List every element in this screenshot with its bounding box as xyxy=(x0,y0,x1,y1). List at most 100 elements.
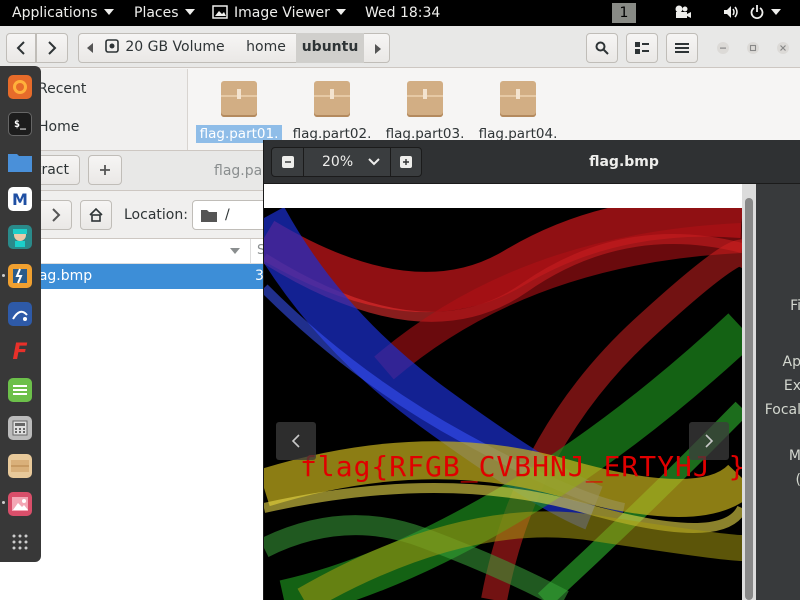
path-volume-label: 20 GB Volume xyxy=(125,39,225,55)
file-item[interactable]: flag.part02. xyxy=(287,81,377,143)
archive-toolbar: Location: / xyxy=(0,191,282,239)
archive-home-button[interactable] xyxy=(80,200,112,230)
running-indicator xyxy=(2,274,5,277)
location-value: / xyxy=(225,207,230,223)
abstract-ribbons-art xyxy=(264,208,742,600)
image-viewer-icon xyxy=(212,5,228,19)
power-menu[interactable] xyxy=(749,0,781,26)
zoom-level: 20% xyxy=(322,154,354,170)
dock: $_ M F xyxy=(0,66,41,562)
chevron-left-icon xyxy=(16,41,25,55)
search-icon xyxy=(595,41,609,55)
video-camera-icon[interactable] xyxy=(672,0,692,26)
power-icon xyxy=(750,5,764,19)
sidebar-item-recent[interactable]: Recent xyxy=(38,81,86,97)
hamburger-icon xyxy=(675,43,689,53)
folder-icon xyxy=(201,209,217,222)
running-indicator xyxy=(2,501,5,504)
malwarebytes-icon[interactable]: M xyxy=(8,187,32,211)
workspace-indicator[interactable]: 1 xyxy=(612,3,636,23)
places-menu[interactable]: Places xyxy=(134,0,195,26)
minimize-icon[interactable] xyxy=(717,42,729,54)
chevron-right-icon xyxy=(705,434,714,448)
prop-label-focal: Focal xyxy=(764,402,800,418)
wireshark-icon[interactable] xyxy=(8,302,32,326)
package-icon xyxy=(221,81,257,117)
close-icon[interactable] xyxy=(777,42,789,54)
character-app-icon[interactable] xyxy=(8,225,32,249)
applications-menu[interactable]: Applications xyxy=(12,0,114,26)
flag-text: flag{RFGB_CVBHNJ_ERTYHJ } xyxy=(300,450,742,483)
zoom-level-dropdown[interactable]: 20% xyxy=(304,148,390,176)
table-row[interactable]: flag.bmp 3 xyxy=(0,264,275,289)
show-apps-icon[interactable] xyxy=(8,530,32,554)
displayed-image: flag{RFGB_CVBHNJ_ERTYHJ } xyxy=(264,208,742,600)
terminal-icon[interactable]: $_ xyxy=(8,112,32,136)
image-viewer-header: 20% flag.bmp xyxy=(264,140,800,184)
plus-icon xyxy=(100,165,110,175)
app-menu[interactable]: Image Viewer xyxy=(212,0,346,26)
path-segment-home[interactable]: home xyxy=(236,33,296,63)
chevron-down-icon xyxy=(103,9,114,15)
vertical-scrollbar[interactable] xyxy=(742,184,756,600)
path-segment-volume[interactable]: 20 GB Volume xyxy=(100,33,230,63)
next-image-button[interactable] xyxy=(689,422,729,460)
maximize-icon[interactable] xyxy=(747,42,759,54)
package-app-icon[interactable] xyxy=(8,454,32,478)
file-item[interactable]: flag.part01. xyxy=(194,81,284,143)
image-viewer-window: 20% flag.bmp flag{RFGB_CVBHNJ_ERTYHJ} F… xyxy=(263,140,800,600)
zoom-out-button[interactable] xyxy=(272,148,304,176)
file-item[interactable]: flag.part04. xyxy=(473,81,563,143)
chevron-right-icon xyxy=(48,41,57,55)
calculator-icon[interactable] xyxy=(8,416,32,440)
menu-button[interactable] xyxy=(666,33,698,63)
prop-label-paren: ( xyxy=(796,472,800,488)
path-scroll-left-icon[interactable] xyxy=(85,42,95,54)
volume-icon[interactable] xyxy=(722,0,740,26)
image-canvas[interactable]: flag{RFGB_CVBHNJ_ERTYHJ } xyxy=(264,184,756,600)
files-folder-icon[interactable] xyxy=(8,150,32,174)
chevron-left-icon xyxy=(291,434,300,448)
drive-icon xyxy=(105,39,120,53)
path-segment-ubuntu[interactable]: ubuntu xyxy=(296,33,364,63)
chevron-down-icon xyxy=(771,9,781,15)
view-toggle-button[interactable] xyxy=(626,33,658,63)
forward-button[interactable] xyxy=(36,33,68,63)
home-icon xyxy=(89,208,103,222)
back-button[interactable] xyxy=(6,33,36,63)
prop-label-file: Fi xyxy=(790,298,800,314)
archive-manager-window: Extract flag.part Location: / S flag.bmp… xyxy=(0,150,282,600)
plus-icon xyxy=(400,156,412,168)
firefox-icon[interactable] xyxy=(8,75,32,99)
scrollbar-thumb[interactable] xyxy=(745,198,753,600)
add-button[interactable] xyxy=(88,155,122,185)
properties-sidebar: Fi Ap Ex Focal M ( xyxy=(756,184,800,600)
chevron-down-icon xyxy=(184,9,195,15)
top-bar: Applications Places Image Viewer Wed 18:… xyxy=(0,0,800,26)
zoom-controls: 20% xyxy=(271,147,422,177)
path-scroll-right-icon[interactable] xyxy=(373,43,383,55)
file-manager-header: 20 GB Volume home ubuntu xyxy=(0,26,800,68)
archive-forward-button[interactable] xyxy=(40,200,72,230)
text-editor-icon[interactable] xyxy=(8,378,32,402)
viewer-title: flag.bmp xyxy=(589,154,659,170)
sort-down-icon xyxy=(230,248,240,254)
archive-manager-icon[interactable] xyxy=(8,264,32,288)
file-item[interactable]: flag.part03. xyxy=(380,81,470,143)
prop-label-exposure: Ex xyxy=(783,378,800,394)
package-icon xyxy=(407,81,443,117)
clock[interactable]: Wed 18:34 xyxy=(365,0,440,26)
sidebar-item-home[interactable]: Home xyxy=(38,119,79,135)
archive-column-header[interactable]: S xyxy=(0,239,275,264)
app-menu-label: Image Viewer xyxy=(234,5,330,21)
previous-image-button[interactable] xyxy=(276,422,316,460)
prop-label-aperture: Ap xyxy=(782,354,800,370)
zoom-in-button[interactable] xyxy=(390,148,421,176)
image-viewer-dock-icon[interactable] xyxy=(8,492,32,516)
list-view-icon xyxy=(635,42,649,54)
search-button[interactable] xyxy=(586,33,618,63)
archive-header: Extract flag.part xyxy=(0,151,275,191)
chevron-down-icon xyxy=(368,158,380,166)
filezilla-icon[interactable]: F xyxy=(8,340,32,365)
package-icon xyxy=(500,81,536,117)
